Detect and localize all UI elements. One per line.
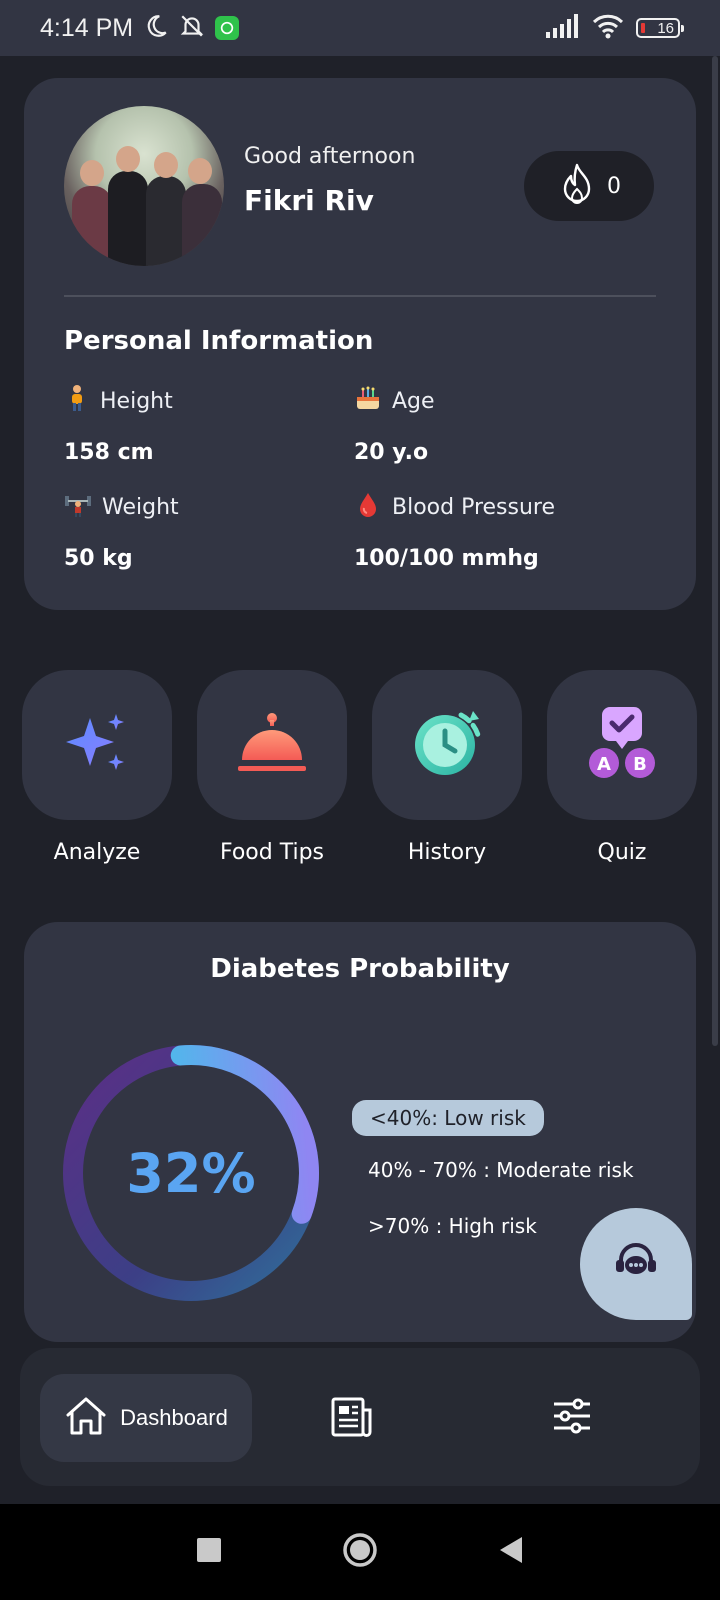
recent-apps-icon[interactable] <box>196 1537 222 1567</box>
food-tips-tile[interactable] <box>197 670 347 820</box>
height-item: Height 158 cm <box>64 384 173 465</box>
quiz-icon: A B <box>586 705 658 785</box>
analyze-label: Analyze <box>53 840 141 865</box>
quiz-tile[interactable]: A B <box>547 670 697 820</box>
bell-off-icon <box>179 13 205 43</box>
weight-value: 50 kg <box>64 546 133 571</box>
blood-pressure-value: 100/100 mmhg <box>354 546 539 571</box>
streak-badge[interactable]: 0 <box>524 151 654 221</box>
legend-low-risk: <40%: Low risk <box>352 1100 544 1136</box>
bottom-navigation: Dashboard <box>20 1348 700 1486</box>
status-time: 4:14 PM <box>40 13 134 42</box>
weight-item: Weight 50 kg <box>64 490 179 572</box>
blood-drop-icon <box>354 490 382 524</box>
analyze-tile[interactable] <box>22 670 172 820</box>
weightlifter-icon <box>64 490 92 524</box>
signal-icon <box>546 14 580 42</box>
quick-actions: Analyze Food Tips History A B Quiz <box>22 670 702 880</box>
streak-count: 0 <box>607 173 621 199</box>
weight-label: Weight <box>102 494 179 520</box>
quiz-label: Quiz <box>597 840 647 865</box>
probability-percent: 32% <box>126 1141 256 1205</box>
sparkle-icon <box>62 708 132 782</box>
nav-articles[interactable] <box>330 1396 374 1442</box>
divider <box>64 295 656 297</box>
quiz-button[interactable]: A B Quiz <box>547 670 697 865</box>
chat-support-button[interactable] <box>580 1208 692 1320</box>
greeting-text: Good afternoon <box>244 144 416 169</box>
height-label: Height <box>100 388 173 414</box>
back-icon[interactable] <box>498 1536 524 1568</box>
food-tips-label: Food Tips <box>219 840 325 865</box>
history-button[interactable]: History <box>372 670 522 865</box>
headset-chat-icon <box>613 1242 659 1286</box>
svg-text:B: B <box>633 754 647 775</box>
system-navigation-bar <box>0 1504 720 1600</box>
legend-moderate-risk: 40% - 70% : Moderate risk <box>368 1158 634 1182</box>
nav-settings[interactable] <box>552 1396 592 1440</box>
status-bar: 4:14 PM 16 <box>0 0 720 56</box>
blood-pressure-label: Blood Pressure <box>392 494 556 520</box>
svg-text:A: A <box>597 754 611 775</box>
user-name: Fikri Riv <box>244 184 374 217</box>
clock-history-icon <box>409 705 485 785</box>
battery-level: 16 <box>657 19 674 37</box>
home-icon <box>64 1395 108 1441</box>
moon-icon <box>143 13 169 43</box>
probability-title: Diabetes Probability <box>210 954 510 984</box>
profile-card: Good afternoon Fikri Riv 0 Personal Info… <box>24 78 696 610</box>
whatsapp-icon <box>215 16 240 40</box>
sliders-icon <box>552 1398 592 1440</box>
age-label: Age <box>392 388 435 414</box>
cloche-icon <box>236 710 308 780</box>
food-tips-button[interactable]: Food Tips <box>197 670 347 865</box>
legend-high-risk: >70% : High risk <box>368 1214 537 1238</box>
height-value: 158 cm <box>64 440 154 465</box>
blood-pressure-item: Blood Pressure 100/100 mmhg <box>354 490 555 571</box>
analyze-button[interactable]: Analyze <box>22 670 172 865</box>
wifi-icon <box>592 13 624 43</box>
history-label: History <box>407 840 487 865</box>
nav-dashboard[interactable]: Dashboard <box>40 1374 252 1462</box>
age-item: Age 20 y.o <box>354 384 435 465</box>
newspaper-icon <box>330 1397 374 1442</box>
age-value: 20 y.o <box>354 440 429 465</box>
cake-icon <box>354 384 382 418</box>
home-circle-icon[interactable] <box>342 1532 378 1572</box>
scrollbar[interactable] <box>712 56 718 1046</box>
personal-info-title: Personal Information <box>64 326 374 356</box>
person-icon <box>64 384 90 418</box>
nav-dashboard-label: Dashboard <box>120 1405 228 1430</box>
flame-icon <box>557 163 597 209</box>
avatar[interactable] <box>64 106 224 266</box>
history-tile[interactable] <box>372 670 522 820</box>
battery-icon: 16 <box>636 18 684 38</box>
